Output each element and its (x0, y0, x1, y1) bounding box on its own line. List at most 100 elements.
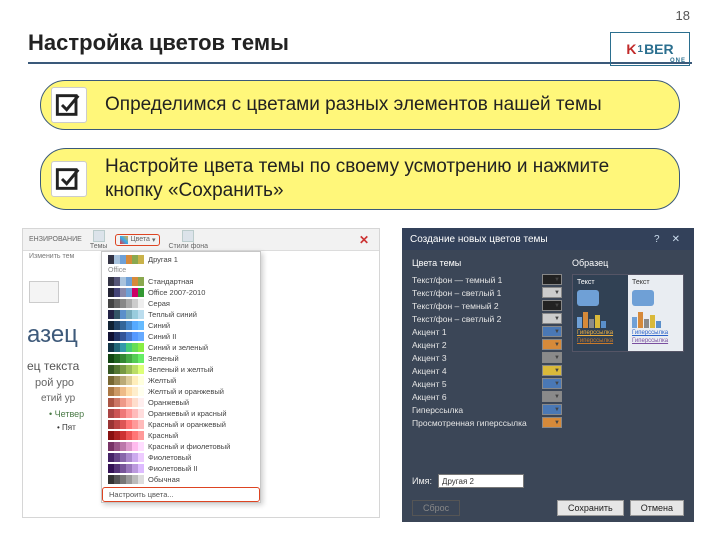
scheme-label: Теплый синий (148, 310, 197, 319)
preview-bars (577, 310, 624, 328)
ribbon-tab: ЕНЗИРОВАНИЕ (29, 236, 82, 243)
brand-logo: K1BER ONE (610, 32, 690, 66)
slide-thumb[interactable] (29, 281, 59, 303)
scheme-row[interactable]: Оранжевый (102, 397, 260, 408)
chevron-down-icon: ▼ (554, 342, 561, 348)
logo-mid: 1 (637, 44, 645, 55)
ribbon-themes[interactable]: Темы (90, 230, 108, 250)
color-swatch-picker[interactable]: ▼ (542, 404, 562, 415)
scheme-row[interactable]: Office 2007-2010 (102, 287, 260, 298)
color-option-label: Текст/фон – светлый 1 (412, 288, 501, 298)
color-swatch-picker[interactable]: ▼ (542, 352, 562, 363)
color-swatch-picker[interactable]: ▼ (542, 274, 562, 285)
color-option-label: Текст/фон – темный 2 (412, 301, 499, 311)
scheme-row[interactable]: Серая (102, 298, 260, 309)
scheme-label: Желтый (148, 376, 176, 385)
title-rule (28, 62, 692, 64)
slide-text-5: • Пят (57, 423, 76, 432)
preview-dark: Текст Гиперссылка Гиперссылка (573, 275, 628, 351)
ribbon-close-mode[interactable]: ✕ (359, 233, 373, 247)
scheme-row[interactable]: Теплый синий (102, 309, 260, 320)
scheme-row[interactable]: Оранжевый и красный (102, 408, 260, 419)
change-theme-label: Изменить тем (29, 253, 74, 260)
color-swatch-picker[interactable]: ▼ (542, 365, 562, 376)
color-option-row: Гиперссылка▼ (412, 404, 562, 415)
scheme-label: Серая (148, 299, 170, 308)
logo-sub: ONE (670, 58, 686, 64)
color-swatch-picker[interactable]: ▼ (542, 417, 562, 428)
slide-text-4: • Четвер (49, 409, 84, 419)
customize-colors[interactable]: Настроить цвета... (102, 487, 260, 502)
preview-box: Текст Гиперссылка Гиперссылка Текст Гипе… (572, 274, 684, 352)
color-swatch-picker[interactable]: ▼ (542, 339, 562, 350)
color-option-row: Текст/фон — темный 1 ▼ (412, 274, 562, 285)
scheme-row[interactable]: Фиолетовый II (102, 463, 260, 474)
chevron-down-icon: ▼ (554, 329, 561, 335)
scheme-row[interactable]: Другая 1 (102, 254, 260, 265)
color-option-label: Акцент 1 (412, 327, 447, 337)
color-option-row: Текст/фон – светлый 1 ▼ (412, 287, 562, 298)
reset-button[interactable]: Сброс (412, 500, 460, 516)
callout-1: Определимся с цветами разных элементов н… (40, 80, 680, 130)
scheme-row[interactable]: Зеленый (102, 353, 260, 364)
chevron-down-icon: ▼ (554, 355, 561, 361)
scheme-row[interactable]: Синий II (102, 331, 260, 342)
screenshot-theme-colors-dialog: Создание новых цветов темы ? ✕ Цвета тем… (402, 228, 694, 522)
chevron-down-icon: ▼ (554, 381, 561, 387)
scheme-row[interactable]: Фиолетовый (102, 452, 260, 463)
scheme-label: Красный (148, 431, 178, 440)
dialog-footer: Сброс Сохранить Отмена (402, 494, 694, 522)
slide-text-3: етий ур (41, 393, 75, 404)
scheme-label: Синий (148, 321, 170, 330)
color-option-label: Текст/фон — темный 1 (412, 275, 502, 285)
save-button[interactable]: Сохранить (557, 500, 624, 516)
color-scheme-dropdown[interactable]: Другая 1 Office СтандартнаяOffice 2007-2… (101, 251, 261, 503)
color-option-label: Текст/фон – светлый 2 (412, 314, 501, 324)
slide-text-1: ец текста (27, 359, 79, 373)
cancel-button[interactable]: Отмена (630, 500, 684, 516)
scheme-label: Office 2007-2010 (148, 288, 205, 297)
logo-ber: BER (644, 41, 674, 57)
dialog-body: Цвета темы Текст/фон — темный 1▼Текст/фо… (402, 250, 694, 494)
dialog-titlebar: Создание новых цветов темы ? ✕ (402, 228, 694, 250)
scheme-row[interactable]: Зеленый и желтый (102, 364, 260, 375)
scheme-row[interactable]: Красный и фиолетовый (102, 441, 260, 452)
name-row: Имя: (412, 474, 524, 488)
chevron-down-icon: ▼ (554, 368, 561, 374)
name-label: Имя: (412, 476, 432, 486)
chevron-down-icon: ▼ (554, 394, 561, 400)
help-icon[interactable]: ? (648, 234, 666, 245)
color-option-label: Акцент 2 (412, 340, 447, 350)
color-option-row: Акцент 6▼ (412, 391, 562, 402)
color-swatch-picker[interactable]: ▼ (542, 378, 562, 389)
color-option-label: Акцент 3 (412, 353, 447, 363)
scheme-row[interactable]: Синий (102, 320, 260, 331)
callout-2-text: Настройте цвета темы по своему усмотрени… (105, 155, 665, 203)
dialog-title: Создание новых цветов темы (410, 234, 548, 245)
callout-2: Настройте цвета темы по своему усмотрени… (40, 148, 680, 210)
color-option-row: Акцент 2 ▼ (412, 339, 562, 350)
ribbon-bgstyles[interactable]: Стили фона (168, 230, 208, 250)
palette-icon (120, 236, 128, 244)
preview-light: Текст Гиперссылка Гиперссылка (628, 275, 683, 351)
color-swatch-picker[interactable]: ▼ (542, 391, 562, 402)
colors-button[interactable]: Цвета▾ (115, 234, 160, 246)
scheme-row[interactable]: Желтый и оранжевый (102, 386, 260, 397)
color-option-label: Просмотренная гиперссылка (412, 418, 527, 428)
chevron-down-icon: ▼ (554, 303, 561, 309)
scheme-row[interactable]: Синий и зеленый (102, 342, 260, 353)
color-swatch-picker[interactable]: ▼ (542, 287, 562, 298)
close-icon[interactable]: ✕ (666, 234, 686, 245)
theme-name-input[interactable] (438, 474, 524, 488)
scheme-row[interactable]: Желтый (102, 375, 260, 386)
color-swatch-picker[interactable]: ▼ (542, 300, 562, 311)
scheme-row[interactable]: Красный (102, 430, 260, 441)
scheme-row[interactable]: Красный и оранжевый (102, 419, 260, 430)
close-icon: ✕ (359, 233, 373, 247)
scheme-row[interactable]: Стандартная (102, 276, 260, 287)
scheme-label: Синий II (148, 332, 176, 341)
scheme-row[interactable]: Обычная (102, 474, 260, 485)
color-option-row: Текст/фон – светлый 2 ▼ (412, 313, 562, 324)
color-swatch-picker[interactable]: ▼ (542, 313, 562, 324)
color-swatch-picker[interactable]: ▼ (542, 326, 562, 337)
